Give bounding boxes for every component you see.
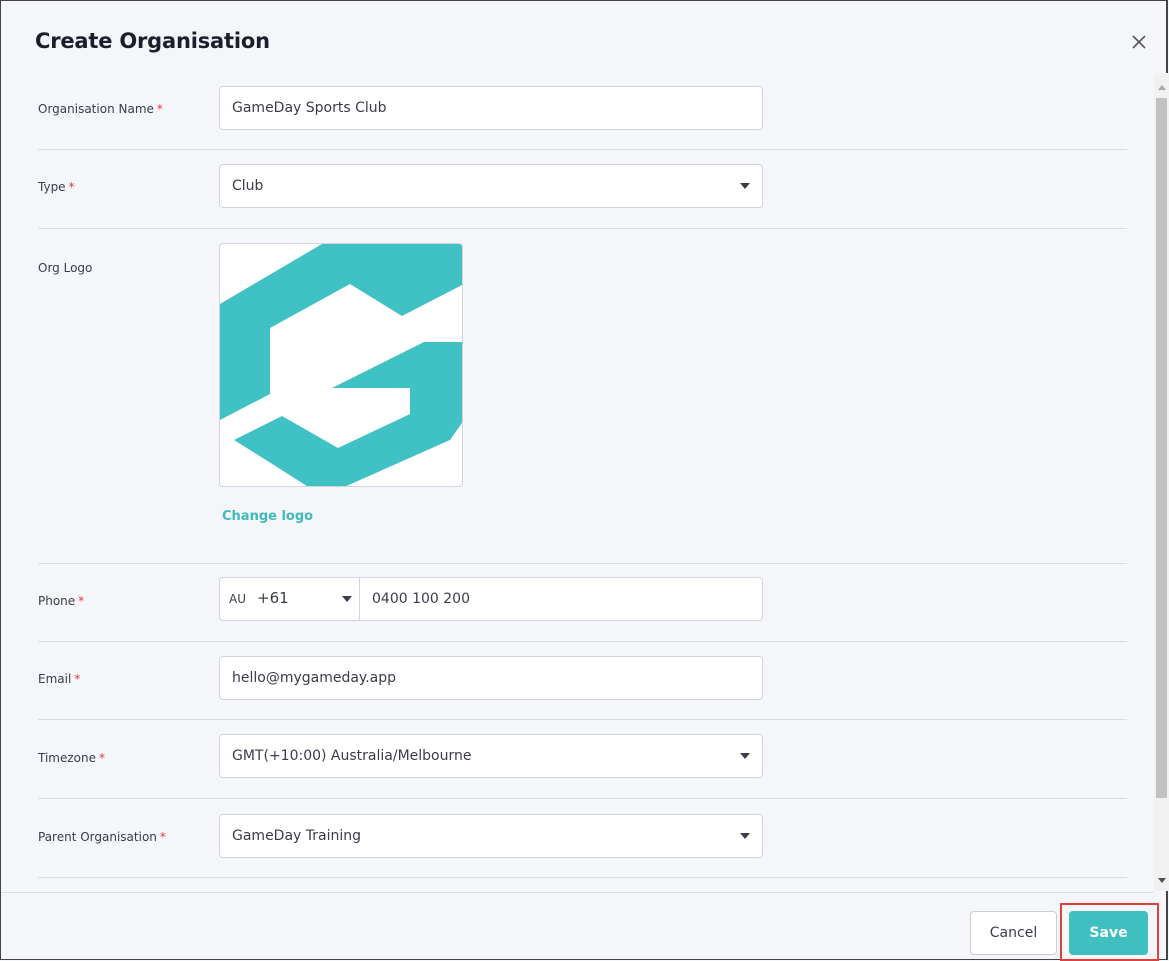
timezone-select-value: GMT(+10:00) Australia/Melbourne: [232, 748, 472, 764]
parent-org-select-value: GameDay Training: [232, 828, 362, 844]
org-name-input[interactable]: GameDay Sports Club: [219, 86, 763, 130]
dialog-footer: Cancel Save: [1, 892, 1159, 961]
phone-label: Phone *: [38, 594, 85, 608]
type-row: Type * Club: [38, 150, 1127, 229]
parent-org-label: Parent Organisation *: [38, 830, 166, 844]
parent-org-row: Parent Organisation * GameDay Training: [38, 799, 1127, 878]
chevron-down-icon: [740, 833, 750, 839]
dial-code: +61: [257, 589, 289, 607]
vertical-scrollbar[interactable]: [1154, 73, 1169, 891]
timezone-select[interactable]: GMT(+10:00) Australia/Melbourne: [219, 734, 763, 778]
parent-org-select[interactable]: GameDay Training: [219, 814, 763, 858]
timezone-label: Timezone *: [38, 751, 105, 765]
phone-row: Phone * AU +61 0400 100 200: [38, 564, 1127, 642]
org-name-row: Organisation Name * GameDay Sports Club: [38, 73, 1127, 150]
phone-country-select[interactable]: AU +61: [219, 577, 359, 621]
scroll-down-arrow-icon[interactable]: [1158, 878, 1166, 883]
chevron-down-icon: [740, 183, 750, 189]
form-scroll-area[interactable]: Organisation Name * GameDay Sports Club T…: [1, 73, 1153, 891]
create-organisation-dialog: Create Organisation Organisation Name * G…: [0, 0, 1169, 961]
save-button[interactable]: Save: [1069, 911, 1148, 955]
org-name-label: Organisation Name *: [38, 102, 163, 116]
scroll-up-arrow-icon[interactable]: [1158, 85, 1166, 90]
org-logo-image: [219, 243, 463, 487]
cancel-button[interactable]: Cancel: [970, 911, 1057, 955]
chevron-down-icon: [740, 753, 750, 759]
type-label: Type *: [38, 180, 75, 194]
change-logo-link[interactable]: Change logo: [222, 509, 313, 524]
dialog-title: Create Organisation: [35, 29, 270, 53]
org-logo-label: Org Logo: [38, 261, 93, 275]
phone-number-input[interactable]: 0400 100 200: [359, 577, 763, 621]
type-select-value: Club: [232, 178, 264, 194]
email-label: Email *: [38, 672, 81, 686]
country-code: AU: [229, 592, 246, 606]
email-row: Email * hello@mygameday.app: [38, 642, 1127, 720]
org-logo-row: Org Logo Change logo: [38, 229, 1127, 564]
close-icon[interactable]: [1129, 32, 1149, 52]
type-select[interactable]: Club: [219, 164, 763, 208]
timezone-row: Timezone * GMT(+10:00) Australia/Melbourn…: [38, 720, 1127, 799]
chevron-down-icon: [342, 596, 352, 602]
scrollbar-thumb[interactable]: [1156, 98, 1167, 798]
gameday-logo-icon: [220, 244, 462, 486]
email-input[interactable]: hello@mygameday.app: [219, 656, 763, 700]
